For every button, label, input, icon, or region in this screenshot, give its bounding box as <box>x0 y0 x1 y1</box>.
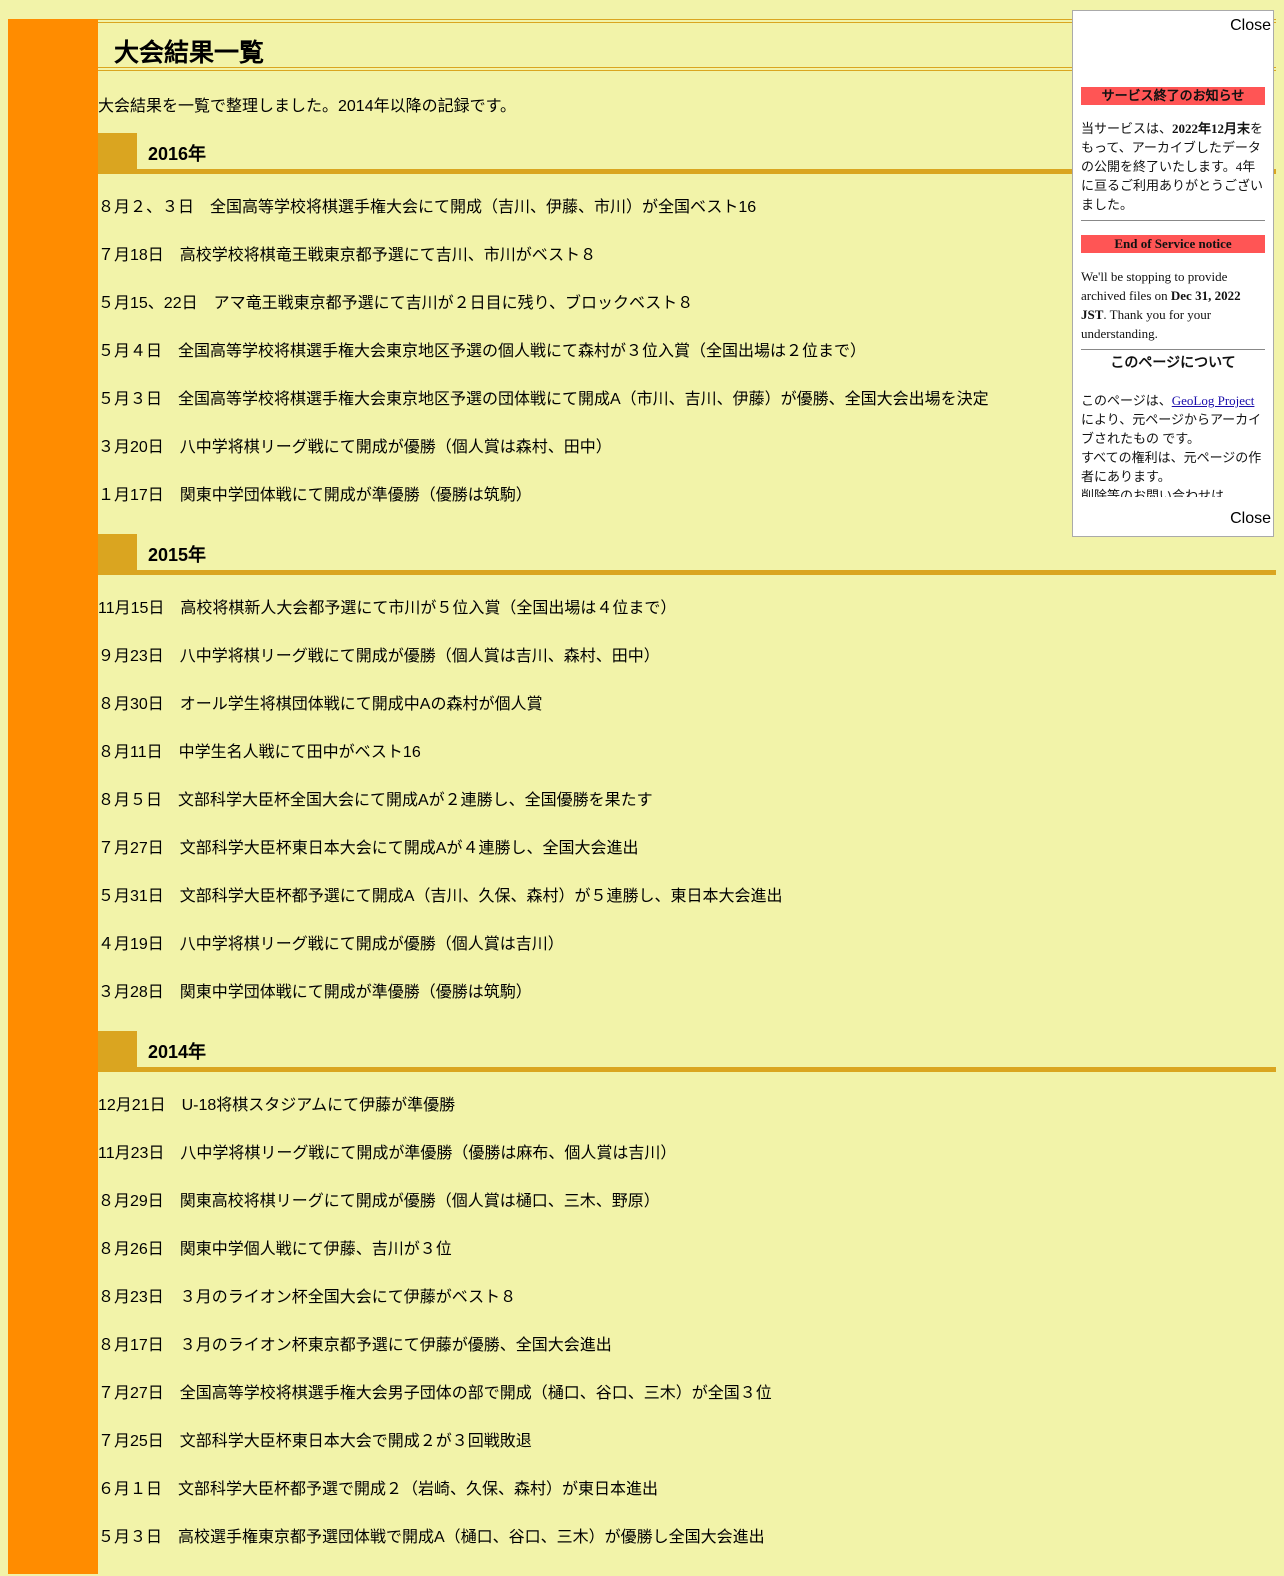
archive-notice-panel: Close サービス終了のお知らせ 当サービスは、2022年12月末をもって、ア… <box>1072 10 1274 537</box>
event-item: ８月11日 中学生名人戦にて田中がベスト16 <box>98 744 421 761</box>
close-button-bottom[interactable]: Close <box>1230 510 1271 528</box>
event-item: ５月31日 文部科学大臣杯都予選にて開成A（吉川、久保、森村）が５連勝し、東日本… <box>98 888 783 905</box>
event-item: ７月27日 全国高等学校将棋選手権大会男子団体の部で開成（樋口、谷口、三木）が全… <box>98 1385 772 1402</box>
event-item: ３月28日 関東中学団体戦にて開成が準優勝（優勝は筑駒） <box>98 984 532 1001</box>
jp-notice-date: 2022年12月末 <box>1172 121 1251 136</box>
about-text: このページは、 <box>1081 393 1172 408</box>
divider <box>1081 220 1265 221</box>
left-sidebar-bar <box>8 19 98 1574</box>
year-heading: 2015年 <box>98 534 1276 575</box>
jp-notice-text: 当サービスは、 <box>1081 121 1173 136</box>
event-item: ９月23日 八中学将棋リーグ戦にて開成が優勝（個人賞は吉川、森村、田中） <box>98 648 660 665</box>
jp-notice-title: サービス終了のお知らせ <box>1081 87 1265 105</box>
rights-text: すべての権利は、元ページの作者にあります。 <box>1081 450 1262 484</box>
year-title: 2014年 <box>148 1042 207 1062</box>
event-item: 11月23日 八中学将棋リーグ戦にて開成が準優勝（優勝は麻布、個人賞は吉川） <box>98 1145 677 1162</box>
year-heading: 2014年 <box>98 1031 1276 1072</box>
event-item: ８月23日 ３月のライオン杯全国大会にて伊藤がベスト８ <box>98 1289 517 1306</box>
year-title: 2015年 <box>148 545 207 565</box>
geolog-project-link[interactable]: GeoLog Project <box>1172 393 1255 408</box>
about-text-2: により、元ページからアーカイブされたもの です。 <box>1081 412 1262 446</box>
notice-scroll-area[interactable]: サービス終了のお知らせ 当サービスは、2022年12月末をもって、アーカイブした… <box>1081 87 1265 497</box>
jp-notice-body: 当サービスは、2022年12月末をもって、アーカイブしたデータの公開を終了いたし… <box>1081 119 1265 214</box>
year-heading-marker <box>98 133 137 169</box>
event-item: ８月26日 関東中学個人戦にて伊藤、吉川が３位 <box>98 1241 452 1258</box>
year-title: 2016年 <box>148 144 207 164</box>
divider <box>1081 349 1265 350</box>
event-list: 12月21日 U-18将棋スタジアムにて伊藤が準優勝 11月23日 八中学将棋リー… <box>98 1096 1276 1576</box>
contact-text: 削除等のお問い合わせは <box>1081 488 1225 497</box>
event-list: 11月15日 高校将棋新人大会都予選にて市川が５位入賞（全国出場は４位まで） ９月… <box>98 599 1276 1031</box>
year-section: 2014年 12月21日 U-18将棋スタジアムにて伊藤が準優勝 11月23日 八中… <box>98 1031 1276 1576</box>
event-item: 12月21日 U-18将棋スタジアムにて伊藤が準優勝 <box>98 1097 456 1114</box>
en-notice-title: End of Service notice <box>1081 235 1265 253</box>
event-item: 11月15日 高校将棋新人大会都予選にて市川が５位入賞（全国出場は４位まで） <box>98 600 677 617</box>
event-item: ５月３日 高校選手権東京都予選団体戦で開成A（樋口、谷口、三木）が優勝し全国大会… <box>98 1529 765 1546</box>
event-item: ４月19日 八中学将棋リーグ戦にて開成が優勝（個人賞は吉川） <box>98 936 564 953</box>
event-item: ７月25日 文部科学大臣杯東日本大会で開成２が３回戦敗退 <box>98 1433 532 1450</box>
year-section: 2015年 11月15日 高校将棋新人大会都予選にて市川が５位入賞（全国出場は４位… <box>98 534 1276 1031</box>
event-item: ６月１日 文部科学大臣杯都予選で開成２（岩崎、久保、森村）が東日本進出 <box>98 1481 659 1498</box>
about-title: このページについて <box>1110 356 1236 371</box>
event-item: ８月17日 ３月のライオン杯東京都予選にて伊藤が優勝、全国大会進出 <box>98 1337 612 1354</box>
about-body: このページは、GeoLog Project により、元ページからアーカイブされたも… <box>1081 391 1265 448</box>
event-item: ８月29日 関東高校将棋リーグにて開成が優勝（個人賞は樋口、三木、野原） <box>98 1193 660 1210</box>
event-item: ７月27日 文部科学大臣杯東日本大会にて開成Aが４連勝し、全国大会進出 <box>98 840 639 857</box>
event-item: ８月５日 文部科学大臣杯全国大会にて開成Aが２連勝し、全国優勝を果たす <box>98 792 653 809</box>
year-heading-marker <box>98 534 137 570</box>
event-item: ８月30日 オール学生将棋団体戦にて開成中Aの森村が個人賞 <box>98 696 543 713</box>
close-button-top[interactable]: Close <box>1230 17 1271 35</box>
en-notice-body: We'll be stopping to provide archived fi… <box>1081 267 1265 343</box>
page-title: 大会結果一覧 <box>114 39 265 67</box>
year-heading-marker <box>98 1031 137 1067</box>
